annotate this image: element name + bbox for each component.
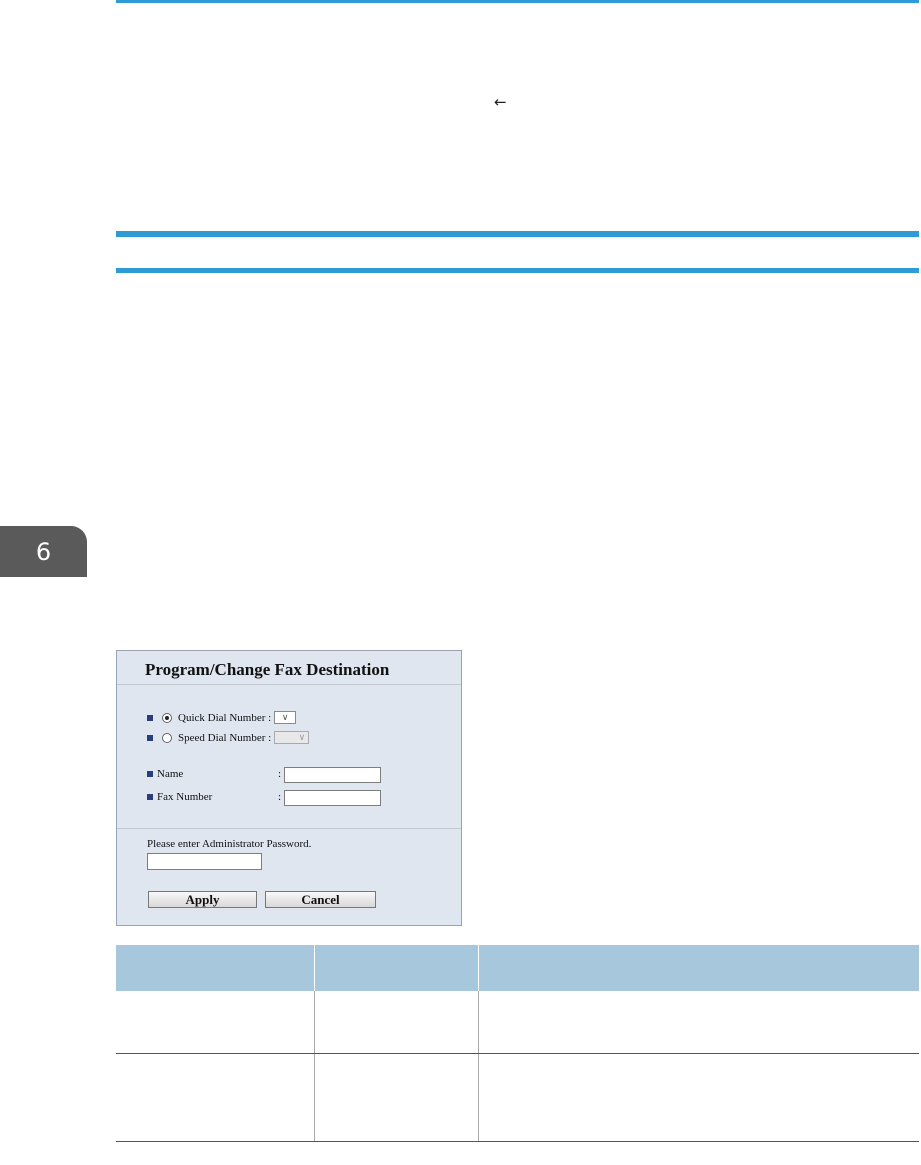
quick-dial-label: Quick Dial Number : [178,711,272,724]
title-divider [117,684,461,685]
name-colon: : [278,768,282,780]
chevron-down-icon: ∨ [281,712,289,723]
table-cell [314,1053,479,1142]
quick-dial-row: Quick Dial Number : ∨ [147,711,297,724]
speed-dial-select[interactable]: ∨ [274,731,310,744]
table-cell [116,991,315,1054]
table-cell [478,991,919,1054]
apply-button[interactable]: Apply [148,891,257,908]
table-header-row [116,945,919,991]
fax-destination-dialog: Program/Change Fax Destination Quick Dia… [116,650,462,926]
top-rule [116,0,919,3]
cancel-button[interactable]: Cancel [265,891,376,908]
password-divider [117,828,461,829]
admin-password-input[interactable] [147,853,262,870]
chevron-down-icon: ∨ [298,732,306,743]
table-row [116,1053,919,1142]
fax-number-input[interactable] [284,790,381,806]
name-label: Name [157,768,184,780]
section-rule-lower [116,268,919,273]
speed-dial-row: Speed Dial Number : ∨ [147,731,310,744]
speed-dial-radio[interactable] [162,732,172,743]
table-cell [116,1053,315,1142]
bullet-square-icon [147,794,153,800]
table-cell [314,991,479,1054]
bullet-square-icon [147,734,153,741]
section-rule-upper [116,231,919,237]
name-row-label: Name [147,768,183,780]
table-header-cell [478,945,919,991]
settings-table [116,945,919,1142]
bullet-square-icon [147,714,153,721]
quick-dial-select[interactable]: ∨ [274,711,297,724]
dialog-title: Program/Change Fax Destination [145,660,390,679]
chapter-tab: 6 [0,526,87,577]
fax-number-row-label: Fax Number [147,791,212,803]
bullet-square-icon [147,771,153,777]
left-arrow-icon: ← [494,93,507,111]
quick-dial-radio[interactable] [162,712,172,723]
name-input[interactable] [284,767,381,783]
table-header-cell [116,945,315,991]
table-header-cell [314,945,479,991]
fax-number-label: Fax Number [157,791,213,803]
password-prompt: Please enter Administrator Password. [147,838,312,850]
table-cell [478,1053,919,1142]
fax-number-colon: : [278,791,282,803]
speed-dial-label: Speed Dial Number : [178,731,272,744]
table-row [116,991,919,1054]
